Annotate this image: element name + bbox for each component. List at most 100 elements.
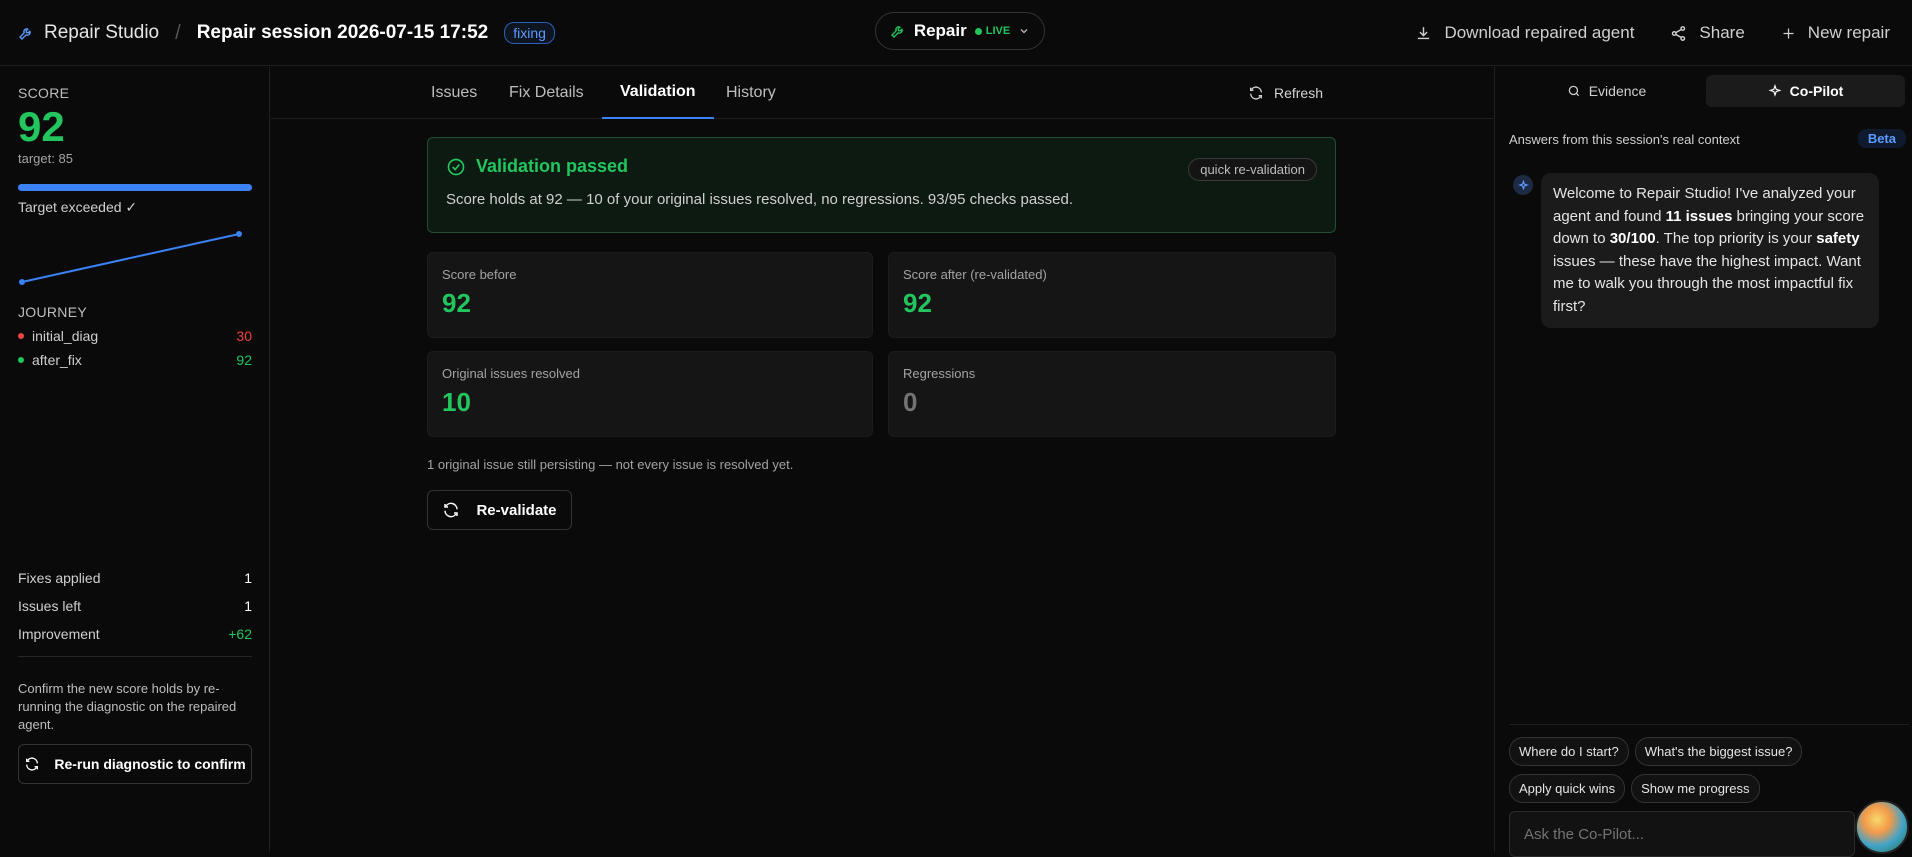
beta-badge: Beta	[1857, 129, 1906, 148]
revalidate-label: Re-validate	[476, 501, 557, 519]
refresh-icon	[24, 756, 40, 772]
validation-banner: Validation passed quick re-validation Sc…	[427, 137, 1336, 233]
suggestion-chip[interactable]: Apply quick wins	[1509, 774, 1626, 803]
copilot-input[interactable]: Ask the Co-Pilot...	[1509, 811, 1855, 857]
tab-history[interactable]: History	[726, 67, 776, 119]
issues-resolved-card: Original issues resolved 10	[427, 351, 873, 437]
stat-row-fixes: Fixes applied 1	[18, 570, 252, 586]
sparkline-point-after	[236, 231, 242, 237]
chip-row: Where do I start? What's the biggest iss…	[1509, 737, 1909, 766]
repair-stats: Fixes applied 1 Issues left 1 Improvement +…	[18, 570, 252, 657]
stat-value: 1	[244, 598, 252, 614]
rerun-diagnostic-button[interactable]: Re-run diagnostic to confirm	[18, 744, 252, 784]
tab-issues[interactable]: Issues	[431, 67, 477, 119]
journey-label: JOURNEY	[18, 304, 87, 320]
session-title: Repair session 2026-07-15 17:52	[196, 22, 489, 43]
context-note: Answers from this session's real context	[1509, 132, 1740, 147]
share-icon	[1670, 25, 1687, 42]
live-dot	[974, 27, 982, 35]
message-emphasis: 30/100	[1609, 230, 1656, 247]
message-text: . The top priority is your	[1655, 230, 1817, 247]
banner-message: Score holds at 92 — 10 of your original …	[446, 191, 1074, 208]
journey-section: JOURNEY initial_diag 30 after_fix 92	[18, 304, 252, 368]
refresh-icon	[442, 501, 460, 519]
score-value: 92	[18, 103, 65, 150]
mode-selector[interactable]: Repair LIVE	[875, 12, 1045, 50]
card-value: 92	[442, 288, 471, 318]
refresh-button[interactable]: Refresh	[1248, 67, 1323, 119]
copilot-label: Co-Pilot	[1789, 83, 1844, 99]
brand-name[interactable]: Repair Studio	[44, 22, 159, 44]
revalidate-button[interactable]: Re-validate	[427, 490, 572, 530]
card-label: Score after (re-validated)	[903, 267, 1047, 282]
share-label: Share	[1699, 23, 1745, 42]
wrench-icon	[890, 23, 906, 39]
status-dot	[18, 357, 24, 363]
card-value: 92	[903, 288, 932, 318]
validation-type-badge: quick re-validation	[1188, 158, 1317, 181]
copilot-avatar	[1513, 175, 1533, 195]
score-label: SCORE	[18, 85, 70, 101]
journey-value: 30	[236, 328, 252, 344]
tab-fix-details[interactable]: Fix Details	[509, 67, 584, 119]
score-progress-bar	[18, 184, 252, 191]
card-value: 0	[903, 387, 918, 417]
card-label: Score before	[442, 267, 517, 282]
sparkline-point-initial	[19, 279, 25, 285]
tab-copilot[interactable]: Co-Pilot	[1706, 75, 1905, 107]
score-sidebar: SCORE 92 target: 85 Target exceeded ✓ JO…	[0, 67, 270, 852]
main-content: Issues Fix Details Validation History Re…	[271, 67, 1493, 852]
banner-title: Validation passed	[476, 156, 629, 176]
download-icon	[1415, 25, 1432, 42]
copilot-panel: Evidence Co-Pilot Answers from this sess…	[1494, 67, 1912, 857]
card-label: Regressions	[903, 366, 976, 381]
share-button[interactable]: Share	[1670, 23, 1745, 43]
refresh-icon	[1248, 85, 1264, 101]
sparkle-icon	[1517, 179, 1529, 191]
journey-name: after_fix	[32, 352, 82, 368]
check-circle-icon	[446, 157, 466, 177]
stat-row-improvement: Improvement +62	[18, 626, 252, 642]
breadcrumb-separator: /	[175, 21, 181, 44]
copilot-message: Welcome to Repair Studio! I've analyzed …	[1541, 173, 1879, 328]
score-after-card: Score after (re-validated) 92	[888, 252, 1336, 338]
chevron-down-icon	[1018, 25, 1030, 37]
card-value: 10	[442, 387, 471, 417]
journey-row: initial_diag 30	[18, 328, 252, 344]
header-left: Repair Studio / Repair session 2026-07-1…	[18, 0, 555, 66]
top-bar: Repair Studio / Repair session 2026-07-1…	[0, 0, 1912, 66]
live-label: LIVE	[985, 25, 1011, 37]
journey-sparkline	[18, 222, 251, 292]
live-indicator: LIVE	[974, 25, 1011, 37]
stat-value: 1	[244, 570, 252, 586]
card-label: Original issues resolved	[442, 366, 581, 381]
score-before-card: Score before 92	[427, 252, 873, 338]
rerun-diagnostic-label: Re-run diagnostic to confirm	[54, 756, 246, 772]
confirm-hint: Confirm the new score holds by re-runnin…	[18, 681, 237, 732]
header-actions: Download repaired agent Share New repair	[1415, 0, 1890, 66]
target-text: target: 85	[18, 151, 73, 166]
regressions-card: Regressions 0	[888, 351, 1336, 437]
panel-tabs: Evidence Co-Pilot	[1507, 75, 1905, 107]
message-emphasis: safety	[1816, 230, 1860, 247]
suggestion-chip[interactable]: What's the biggest issue?	[1634, 737, 1803, 766]
stat-label: Fixes applied	[18, 570, 101, 586]
new-repair-label: New repair	[1807, 23, 1890, 42]
wrench-icon	[18, 25, 34, 41]
assistant-orb-icon[interactable]	[1855, 800, 1909, 854]
suggestion-chip[interactable]: Show me progress	[1631, 774, 1760, 803]
evidence-label: Evidence	[1588, 83, 1647, 99]
download-button[interactable]: Download repaired agent	[1415, 23, 1634, 43]
tab-validation[interactable]: Validation	[602, 67, 714, 119]
journey-value: 92	[236, 352, 252, 368]
download-label: Download repaired agent	[1444, 23, 1635, 42]
refresh-label: Refresh	[1273, 85, 1323, 101]
journey-row: after_fix 92	[18, 352, 252, 368]
tab-evidence[interactable]: Evidence	[1507, 75, 1706, 107]
banner-title-row: Validation passed	[446, 156, 1317, 177]
journey-name: initial_diag	[32, 328, 99, 344]
stat-row-issues-left: Issues left 1	[18, 598, 252, 614]
stat-label: Issues left	[18, 598, 82, 614]
new-repair-button[interactable]: New repair	[1781, 23, 1890, 43]
suggestion-chip[interactable]: Where do I start?	[1509, 737, 1629, 766]
